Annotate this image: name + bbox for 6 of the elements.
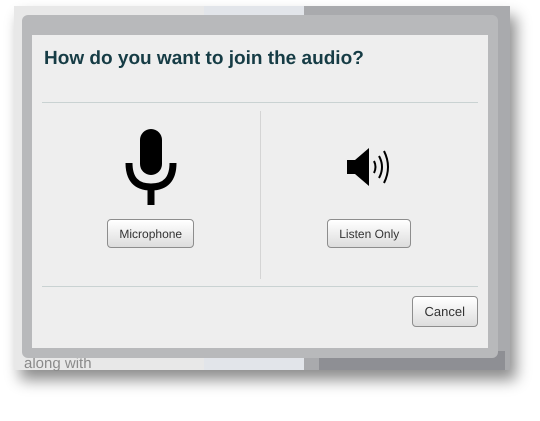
- microphone-icon: [122, 129, 179, 205]
- microphone-button[interactable]: Microphone: [107, 219, 194, 248]
- background-text: along with: [24, 358, 92, 370]
- dialog-title: How do you want to join the audio?: [43, 47, 365, 71]
- listen-only-button[interactable]: Listen Only: [327, 219, 412, 248]
- cancel-button[interactable]: Cancel: [412, 296, 478, 327]
